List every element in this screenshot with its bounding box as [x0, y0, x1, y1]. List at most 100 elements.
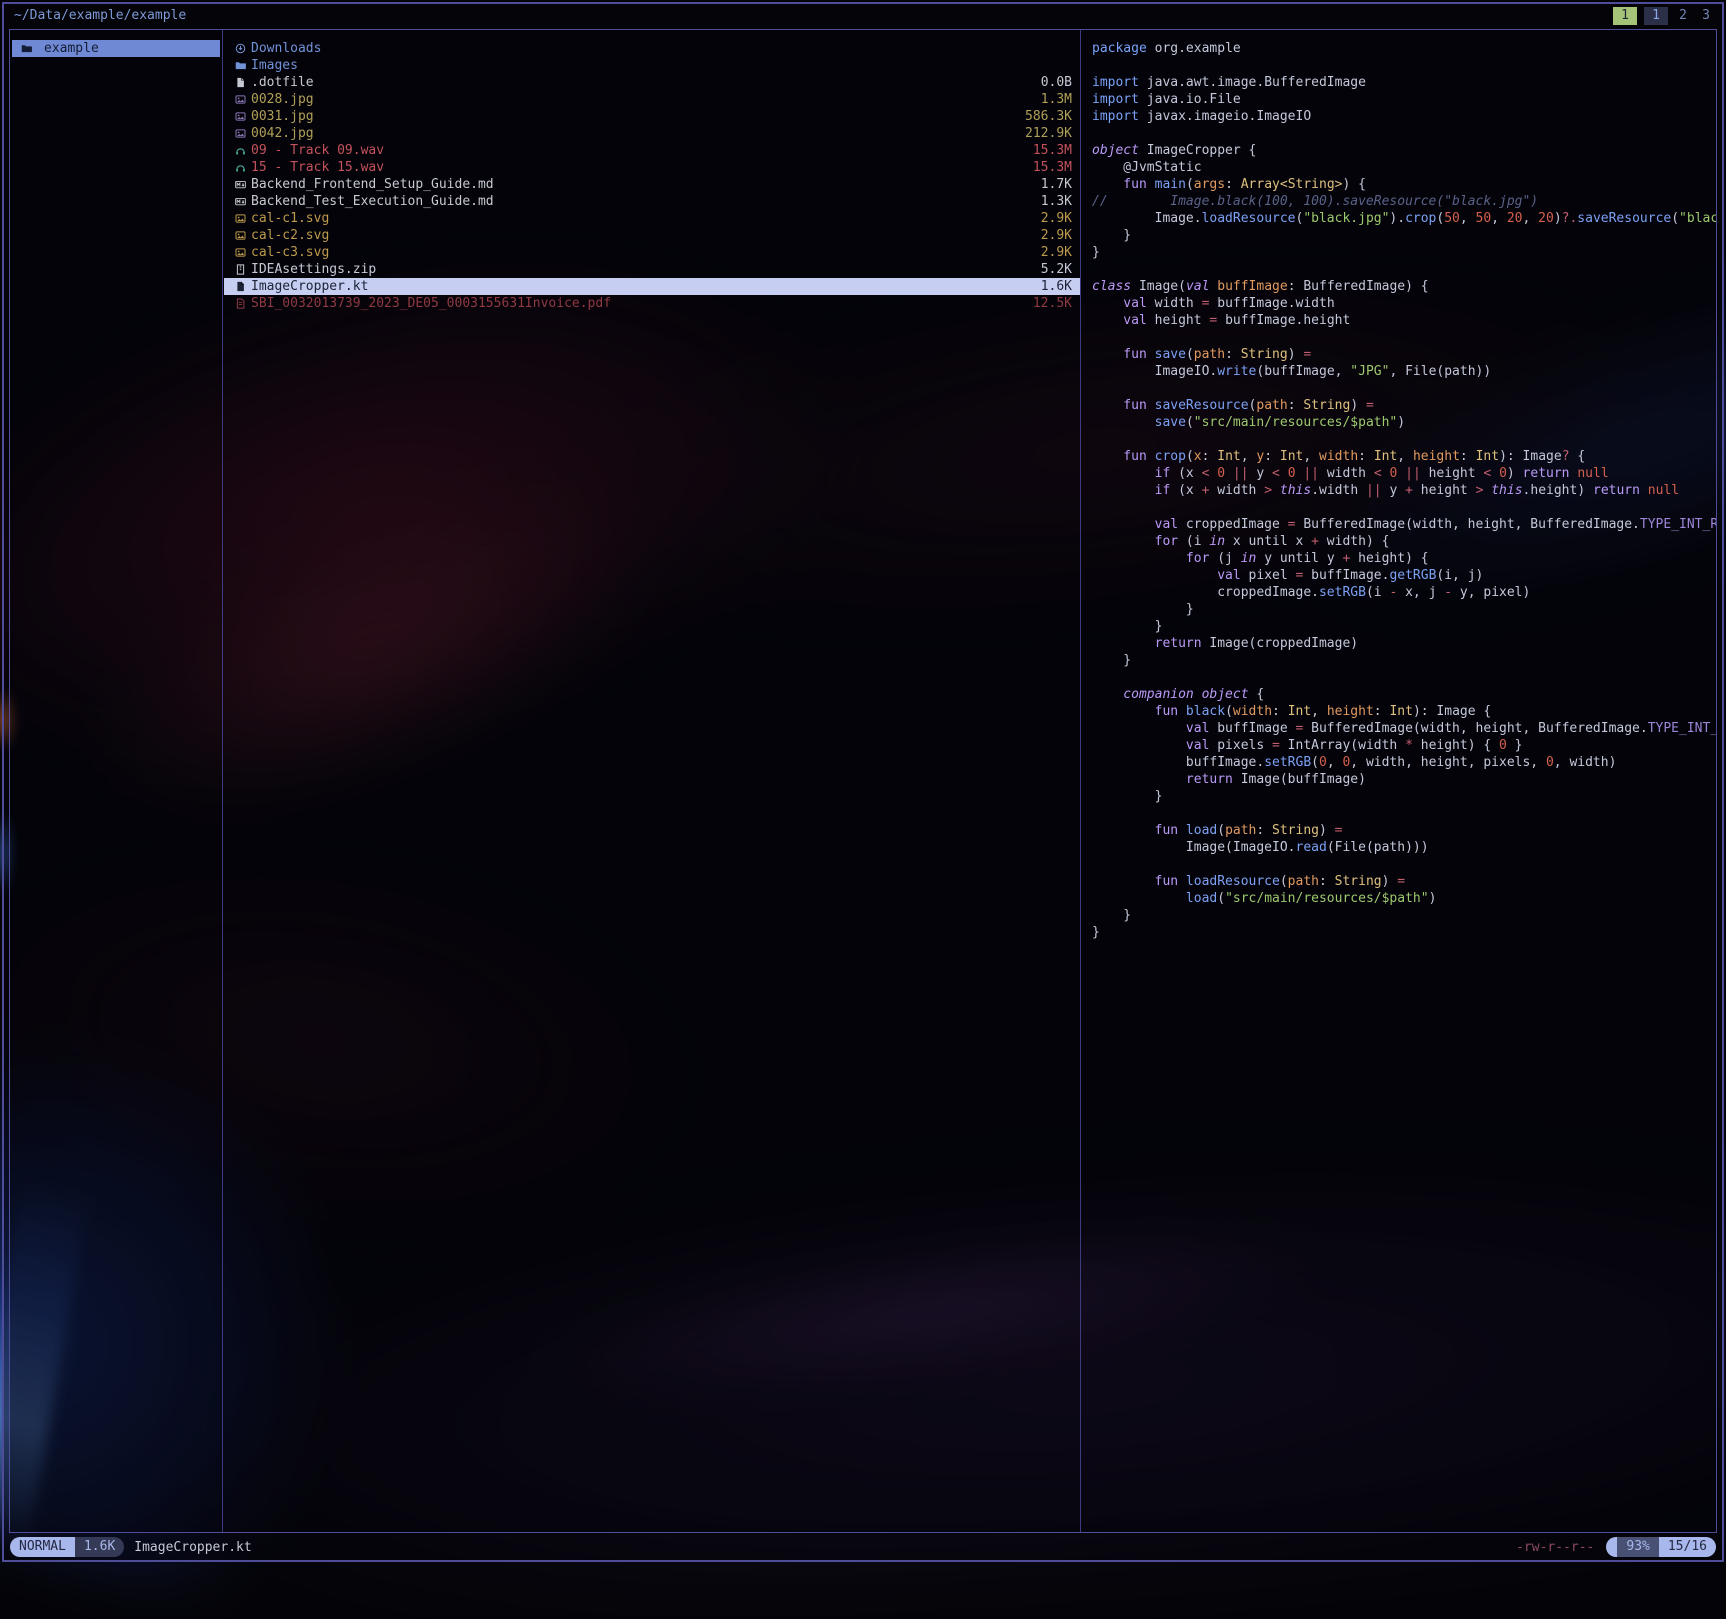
- file-row[interactable]: ImageCropper.kt1.6K: [224, 278, 1080, 295]
- file-row[interactable]: Backend_Frontend_Setup_Guide.md1.7K: [224, 176, 1080, 193]
- breadcrumb-path: ~/Data/example/example: [14, 8, 186, 23]
- code-line: fun black(width: Int, height: Int): Imag…: [1092, 703, 1716, 720]
- tab-3[interactable]: 2: [1675, 7, 1691, 25]
- code-line: object ImageCropper {: [1092, 142, 1716, 159]
- scroll-percent: 93%: [1617, 1537, 1658, 1557]
- code-line: fun save(path: String) =: [1092, 346, 1716, 363]
- file-size: 12.5K: [1033, 296, 1072, 311]
- file-row[interactable]: Backend_Test_Execution_Guide.md1.3K: [224, 193, 1080, 210]
- code-line: val pixels = IntArray(width * height) { …: [1092, 737, 1716, 754]
- file-row[interactable]: 15 - Track 15.wav15.3M: [224, 159, 1080, 176]
- tab-list: 1123: [1613, 7, 1714, 25]
- tab-4[interactable]: 3: [1698, 7, 1714, 25]
- file-size: 1.3K: [1041, 194, 1072, 209]
- tab-1[interactable]: 1: [1613, 7, 1637, 25]
- code-line: Image.loadResource("black.jpg").crop(50,…: [1092, 210, 1716, 227]
- code-line: }: [1092, 788, 1716, 805]
- audio-icon: [235, 162, 251, 173]
- image-icon: [235, 230, 251, 241]
- folder-icon: [235, 60, 251, 71]
- parent-item-label: example: [44, 41, 99, 56]
- code-line: [1092, 57, 1716, 74]
- file-size: 15.3M: [1033, 160, 1072, 175]
- file-name: .dotfile: [251, 75, 1041, 90]
- file-name: 09 - Track 09.wav: [251, 143, 1033, 158]
- file-row[interactable]: IDEAsettings.zip5.2K: [224, 261, 1080, 278]
- code-line: val pixel = buffImage.getRGB(i, j): [1092, 567, 1716, 584]
- file-name: Images: [251, 58, 1072, 73]
- file-size: 586.3K: [1025, 109, 1072, 124]
- code-line: [1092, 856, 1716, 873]
- code-line: val width = buffImage.width: [1092, 295, 1716, 312]
- code-line: croppedImage.setRGB(i - x, j - y, pixel): [1092, 584, 1716, 601]
- file-row[interactable]: Images: [224, 57, 1080, 74]
- code-line: for (i in x until x + width) {: [1092, 533, 1716, 550]
- pill-cap: [1606, 1537, 1617, 1557]
- file-name: Backend_Frontend_Setup_Guide.md: [251, 177, 1041, 192]
- code-line: [1092, 329, 1716, 346]
- file-row[interactable]: cal-c3.svg2.9K: [224, 244, 1080, 261]
- code-line: [1092, 380, 1716, 397]
- file-row[interactable]: 0028.jpg1.3M: [224, 91, 1080, 108]
- markdown-icon: [235, 179, 251, 190]
- file-row[interactable]: 0031.jpg586.3K: [224, 108, 1080, 125]
- file-row[interactable]: cal-c2.svg2.9K: [224, 227, 1080, 244]
- file-row[interactable]: Downloads: [224, 40, 1080, 57]
- image-icon: [235, 247, 251, 258]
- code-line: [1092, 499, 1716, 516]
- code-line: fun main(args: Array<String>) {: [1092, 176, 1716, 193]
- code-line: class Image(val buffImage: BufferedImage…: [1092, 278, 1716, 295]
- file-size: 2.9K: [1041, 245, 1072, 260]
- file-size: 0.0B: [1041, 75, 1072, 90]
- code-line: val buffImage = BufferedImage(width, hei…: [1092, 720, 1716, 737]
- code-line: [1092, 125, 1716, 142]
- file-name: cal-c2.svg: [251, 228, 1041, 243]
- image-icon: [235, 111, 251, 122]
- file-name: Backend_Test_Execution_Guide.md: [251, 194, 1041, 209]
- code-preview-panel: package org.example import java.awt.imag…: [1082, 30, 1716, 1532]
- file-name: 0031.jpg: [251, 109, 1025, 124]
- code-line: [1092, 669, 1716, 686]
- file-name: IDEAsettings.zip: [251, 262, 1041, 277]
- mode-badge: NORMAL: [10, 1537, 75, 1557]
- file-size: 2.9K: [1041, 228, 1072, 243]
- parent-item-example[interactable]: example: [12, 40, 220, 57]
- pdf-icon: [235, 298, 251, 309]
- zip-icon: [235, 264, 251, 275]
- file-name: ImageCropper.kt: [251, 279, 1041, 294]
- code-line: val croppedImage = BufferedImage(width, …: [1092, 516, 1716, 533]
- cursor-position: 15/16: [1659, 1537, 1716, 1557]
- file-row[interactable]: 09 - Track 09.wav15.3M: [224, 142, 1080, 159]
- file-size: 2.9K: [1041, 211, 1072, 226]
- code-line: [1092, 431, 1716, 448]
- image-icon: [235, 128, 251, 139]
- main-panels: example DownloadsImages.dotfile0.0B0028.…: [9, 29, 1717, 1533]
- status-right-group: -rw-r--r-- 93% 15/16: [1516, 1537, 1716, 1557]
- code-line: [1092, 805, 1716, 822]
- markdown-icon: [235, 196, 251, 207]
- status-bar: NORMAL 1.6K ImageCropper.kt -rw-r--r-- 9…: [10, 1537, 1716, 1557]
- file-size: 1.6K: [1041, 279, 1072, 294]
- download-circle-icon: [235, 43, 251, 54]
- code-line: if (x + width > this.width || y + height…: [1092, 482, 1716, 499]
- code-line: fun saveResource(path: String) =: [1092, 397, 1716, 414]
- file-row[interactable]: .dotfile0.0B: [224, 74, 1080, 91]
- file-row[interactable]: SBI_0032013739_2023_DE05_0003155631Invoi…: [224, 295, 1080, 312]
- folder-icon: [21, 43, 37, 54]
- file-size: 5.2K: [1041, 262, 1072, 277]
- tab-2[interactable]: 1: [1644, 7, 1668, 25]
- file-name: 0042.jpg: [251, 126, 1025, 141]
- file-list-panel: DownloadsImages.dotfile0.0B0028.jpg1.3M0…: [224, 30, 1081, 1532]
- code-line: fun loadResource(path: String) =: [1092, 873, 1716, 890]
- audio-icon: [235, 145, 251, 156]
- file-row[interactable]: 0042.jpg212.9K: [224, 125, 1080, 142]
- code-line: }: [1092, 244, 1716, 261]
- code-line: package org.example: [1092, 40, 1716, 57]
- yazi-terminal: { "topbar": { "path": "~/Data/example/ex…: [0, 0, 1726, 1564]
- code-line: companion object {: [1092, 686, 1716, 703]
- code-line: Image(ImageIO.read(File(path))): [1092, 839, 1716, 856]
- file-row[interactable]: cal-c1.svg2.9K: [224, 210, 1080, 227]
- file-name: SBI_0032013739_2023_DE05_0003155631Invoi…: [251, 296, 1033, 311]
- code-line: if (x < 0 || y < 0 || width < 0 || heigh…: [1092, 465, 1716, 482]
- image-icon: [235, 213, 251, 224]
